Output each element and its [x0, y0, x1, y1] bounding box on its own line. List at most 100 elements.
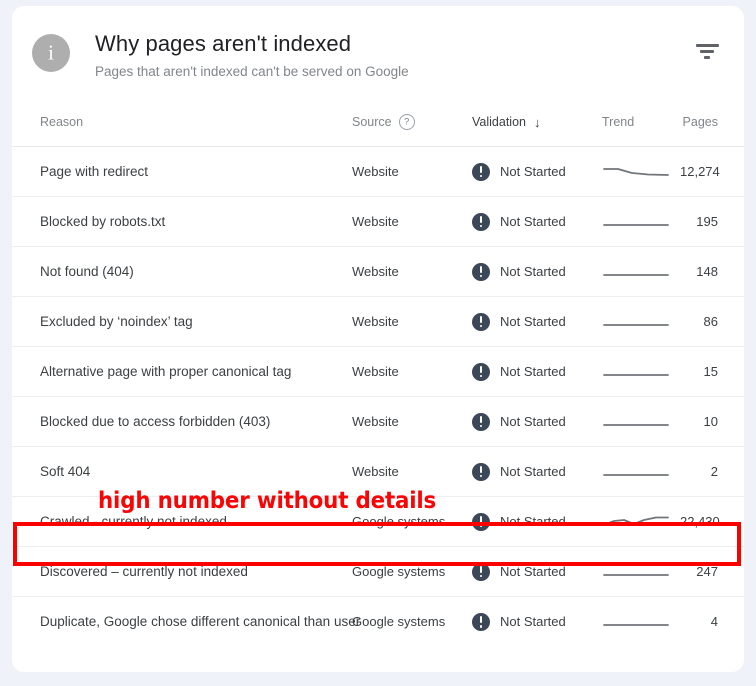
cell-validation: Not Started [472, 296, 602, 347]
table-row[interactable]: Alternative page with proper canonical t… [12, 346, 744, 397]
table-row[interactable]: Duplicate, Google chose different canoni… [12, 597, 744, 647]
cell-trend [602, 496, 680, 547]
cell-pages: 148 [680, 246, 744, 297]
cell-trend [602, 246, 680, 297]
table-row[interactable]: Blocked due to access forbidden (403) Web… [12, 396, 744, 447]
column-label-trend: Trend [602, 115, 635, 129]
reason-text: Duplicate, Google chose different canoni… [40, 614, 361, 630]
trend-sparkline [602, 262, 680, 282]
cell-reason: Alternative page with proper canonical t… [12, 346, 352, 397]
validation-status-text: Not Started [500, 264, 566, 279]
source-text: Website [352, 214, 399, 229]
source-text: Website [352, 464, 399, 479]
column-header-pages[interactable]: Pages [680, 98, 744, 147]
cell-trend [602, 296, 680, 347]
cell-trend [602, 597, 680, 647]
validation-status-text: Not Started [500, 314, 566, 329]
column-header-trend[interactable]: Trend [602, 98, 680, 147]
cell-reason: Excluded by ‘noindex’ tag [12, 296, 352, 347]
cell-pages: 10 [680, 396, 744, 447]
table-row[interactable]: Page with redirect Website Not Started 12,2… [12, 146, 744, 197]
cell-source: Google systems [352, 546, 472, 597]
pages-count: 15 [703, 364, 718, 379]
column-label-validation: Validation [472, 115, 526, 129]
indexing-reasons-table: Reason Source Validation ↓ Trend [12, 98, 744, 647]
table-header-row: Reason Source Validation ↓ Trend [12, 98, 744, 147]
column-header-validation[interactable]: Validation ↓ [472, 98, 602, 147]
validation-status-text: Not Started [500, 564, 566, 579]
cell-pages: 22,430 [680, 496, 744, 547]
error-exclamation-icon [472, 512, 490, 531]
table-row[interactable]: Excluded by ‘noindex’ tag Website Not Star… [12, 296, 744, 347]
reason-text: Not found (404) [40, 264, 134, 279]
arrow-down-icon: ↓ [533, 114, 541, 130]
cell-source: Website [352, 396, 472, 447]
error-exclamation-icon [472, 612, 490, 631]
reason-text: Soft 404 [40, 464, 91, 479]
reason-text: Blocked by robots.txt [40, 214, 166, 229]
cell-reason: Page with redirect [12, 146, 352, 197]
trend-sparkline [602, 512, 680, 532]
page-subtitle: Pages that aren't indexed can't be serve… [95, 63, 409, 79]
trend-sparkline [602, 312, 680, 332]
table-row[interactable]: Discovered – currently not indexed Google… [12, 546, 744, 597]
filter-icon[interactable] [692, 44, 722, 70]
pages-count: 22,430 [680, 514, 720, 529]
cell-reason: Blocked by robots.txt [12, 196, 352, 247]
pages-count: 148 [696, 264, 718, 279]
table-row[interactable]: Blocked by robots.txt Website Not Started 1… [12, 196, 744, 247]
source-text: Website [352, 164, 399, 179]
reason-text: Page with redirect [40, 164, 149, 179]
source-text: Website [352, 414, 399, 429]
validation-status-text: Not Started [500, 414, 566, 429]
cell-source: Website [352, 346, 472, 397]
error-exclamation-icon [472, 212, 490, 231]
column-label-pages: Pages [682, 115, 718, 129]
validation-status-text: Not Started [500, 164, 566, 179]
cell-pages: 4 [680, 597, 744, 647]
pages-count: 12,274 [680, 164, 720, 179]
info-icon [32, 34, 70, 72]
cell-trend [602, 146, 680, 197]
cell-reason: Discovered – currently not indexed [12, 546, 352, 597]
cell-trend [602, 196, 680, 247]
cell-pages: 2 [680, 446, 744, 497]
trend-sparkline [602, 462, 680, 482]
reason-text: Blocked due to access forbidden (403) [40, 414, 271, 429]
trend-sparkline [602, 362, 680, 382]
pages-count: 195 [696, 214, 718, 229]
cell-reason: Blocked due to access forbidden (403) [12, 396, 352, 447]
annotation-label: high number without details [98, 488, 437, 514]
trend-sparkline [602, 612, 680, 632]
help-circle-icon[interactable] [398, 114, 415, 130]
cell-pages: 247 [680, 546, 744, 597]
error-exclamation-icon [472, 162, 490, 181]
column-header-source[interactable]: Source [352, 98, 472, 147]
page-title: Why pages aren't indexed [95, 31, 352, 56]
table-row[interactable]: Not found (404) Website Not Started 148 [12, 246, 744, 297]
header-text-block: Why pages aren't indexed Pages that aren… [95, 28, 409, 80]
column-label-source: Source [352, 115, 392, 129]
cell-pages: 195 [680, 196, 744, 247]
cell-pages: 86 [680, 296, 744, 347]
pages-count: 4 [710, 614, 718, 630]
card-header: Why pages aren't indexed Pages that aren… [12, 6, 744, 98]
source-text: Google systems [352, 564, 446, 579]
validation-status-text: Not Started [500, 364, 566, 379]
cell-reason: Not found (404) [12, 246, 352, 297]
column-header-reason[interactable]: Reason [12, 98, 352, 147]
pages-count: 247 [696, 564, 718, 579]
source-text: Google systems [352, 514, 446, 529]
trend-sparkline [602, 212, 680, 232]
cell-pages: 12,274 [680, 146, 744, 197]
cell-validation: Not Started [472, 597, 602, 647]
trend-sparkline [602, 162, 680, 182]
pages-count: 2 [710, 464, 718, 479]
source-text: Website [352, 264, 399, 279]
error-exclamation-icon [472, 462, 490, 481]
validation-status-text: Not Started [500, 514, 566, 529]
trend-sparkline [602, 412, 680, 432]
validation-status-text: Not Started [500, 464, 566, 479]
cell-validation: Not Started [472, 546, 602, 597]
error-exclamation-icon [472, 562, 490, 581]
